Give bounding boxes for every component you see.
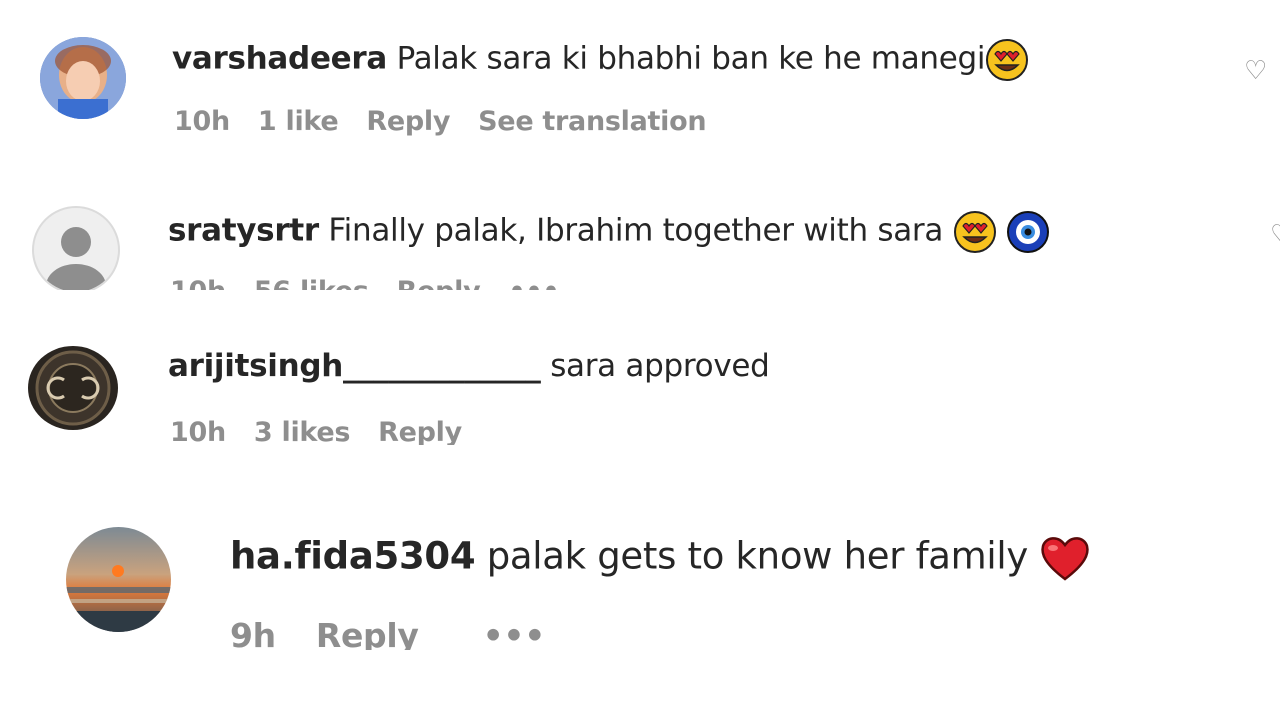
comment-item: sratysrtr Finally palak, Ibrahim togethe… (0, 190, 1280, 290)
comment-time: 10h (170, 276, 226, 290)
comment-meta: 10h 3 likes Reply (170, 417, 490, 445)
chanel-logo-avatar-icon (28, 346, 118, 430)
comment-text: Finally palak, Ibrahim together with sar… (328, 212, 944, 249)
avatar-image-icon (40, 37, 126, 119)
see-translation-link[interactable]: See translation (478, 106, 706, 137)
comment-text: palak gets to know her family (486, 534, 1029, 578)
reply-link[interactable]: Reply (397, 276, 481, 290)
comment-line: arijitsingh_____________ sara approved (168, 348, 770, 384)
comment-meta: 9h Reply ••• (230, 616, 573, 650)
sunset-avatar-icon (66, 527, 171, 632)
comment-meta: 10h 56 likes Reply ••• (170, 276, 587, 290)
comment-time: 10h (174, 106, 230, 137)
reply-link[interactable]: Reply (316, 616, 419, 650)
comment-username[interactable]: varshadeera (172, 41, 387, 77)
more-options-icon[interactable]: ••• (483, 616, 546, 650)
comment-item: ha.fida5304 palak gets to know her famil… (0, 510, 1280, 650)
like-count-link[interactable]: 56 likes (254, 276, 369, 290)
comment-username[interactable]: sratysrtr (168, 213, 319, 249)
default-user-icon (46, 227, 106, 290)
more-options-icon[interactable]: ••• (508, 276, 559, 290)
avatar[interactable] (28, 346, 118, 430)
like-count-link[interactable]: 1 like (258, 106, 339, 137)
reply-link[interactable]: Reply (378, 417, 462, 445)
avatar[interactable] (66, 527, 171, 632)
comment-text: sara approved (550, 348, 770, 384)
like-count-link[interactable]: 3 likes (254, 417, 351, 445)
avatar[interactable] (32, 206, 120, 290)
reply-link[interactable]: Reply (366, 106, 450, 137)
heart-eyes-emoji-icon (953, 211, 996, 253)
comment-text: Palak sara ki bhabhi ban ke he manegi (396, 40, 986, 77)
comment-username[interactable]: ha.fida5304 (230, 535, 476, 578)
comment-item: arijitsingh_____________ sara approved 1… (0, 330, 1280, 445)
avatar[interactable] (40, 37, 126, 119)
like-heart-icon[interactable]: ♡ (1244, 56, 1267, 86)
comment-time: 10h (170, 417, 226, 445)
comment-line: varshadeera Palak sara ki bhabhi ban ke … (172, 38, 1029, 82)
comment-line: ha.fida5304 palak gets to know her famil… (230, 534, 1091, 582)
like-heart-icon[interactable]: ♡ (1270, 220, 1280, 250)
comment-item: varshadeera Palak sara ki bhabhi ban ke … (0, 20, 1280, 160)
red-heart-emoji-icon (1041, 537, 1090, 581)
comment-line: sratysrtr Finally palak, Ibrahim togethe… (168, 210, 1050, 254)
nazar-amulet-emoji-icon (1007, 211, 1050, 253)
comment-meta: 10h 1 like Reply See translation (174, 106, 734, 137)
heart-eyes-emoji-icon (986, 39, 1029, 81)
comment-time: 9h (230, 616, 276, 650)
comment-username[interactable]: arijitsingh_____________ (168, 348, 541, 384)
